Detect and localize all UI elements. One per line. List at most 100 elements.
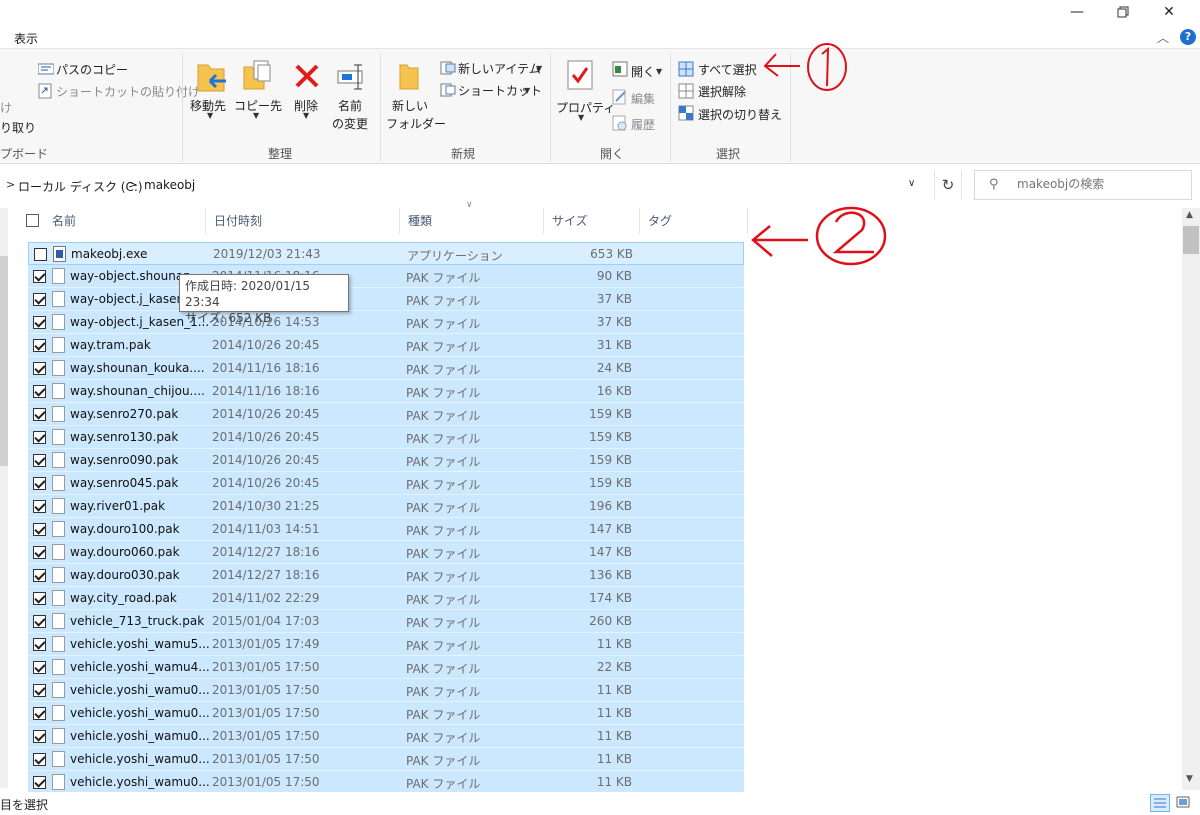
column-type[interactable]: 種類 (400, 208, 544, 234)
chevron-down-icon: ▼ (253, 111, 260, 120)
invert-selection-button[interactable]: 選択の切り替え (698, 106, 782, 123)
cut-button[interactable]: り取り (0, 119, 36, 136)
row-checkbox[interactable] (33, 753, 46, 766)
file-row[interactable]: vehicle.yoshi_wamu5... 2013/01/05 17:49 PA… (28, 633, 744, 656)
row-checkbox[interactable] (33, 339, 46, 352)
breadcrumb-item[interactable]: ローカル ディスク (C:) (18, 178, 143, 195)
file-row[interactable]: way.douro030.pak 2014/12/27 18:16 PAK ファイル… (28, 564, 744, 587)
row-checkbox[interactable] (33, 707, 46, 720)
file-row[interactable]: vehicle_713_truck.pak 2015/01/04 17:03 PAK… (28, 610, 744, 633)
scroll-up-icon[interactable]: ▲ (1186, 210, 1193, 220)
file-type: PAK ファイル (406, 685, 481, 699)
breadcrumb-item[interactable]: makeobj (144, 178, 195, 192)
column-size[interactable]: サイズ (544, 208, 640, 234)
chevron-down-icon[interactable]: ∨ (908, 178, 915, 189)
file-row[interactable]: makeobj.exe 2019/12/03 21:43 アプリケーション 653 K… (28, 242, 744, 265)
file-row[interactable]: way.douro060.pak 2014/12/27 18:16 PAK ファイル… (28, 541, 744, 564)
row-checkbox[interactable] (33, 776, 46, 789)
row-checkbox[interactable] (33, 362, 46, 375)
row-checkbox[interactable] (33, 592, 46, 605)
select-none-button[interactable]: 選択解除 (698, 83, 746, 100)
row-checkbox[interactable] (33, 293, 46, 306)
properties-button[interactable]: プロパティ (556, 99, 615, 116)
row-checkbox[interactable] (33, 385, 46, 398)
file-row[interactable]: vehicle.yoshi_wamu4... 2013/01/05 17:50 PA… (28, 656, 744, 679)
row-checkbox[interactable] (33, 546, 46, 559)
details-view-button[interactable] (1150, 794, 1170, 812)
address-bar[interactable]: > ローカル ディスク (C:) > makeobj ∨ (0, 170, 932, 200)
help-icon[interactable]: ? (1180, 29, 1196, 45)
file-row[interactable]: way.douro100.pak 2014/11/03 14:51 PAK ファイル… (28, 518, 744, 541)
row-checkbox[interactable] (34, 248, 47, 261)
row-checkbox[interactable] (33, 730, 46, 743)
new-group-label: 新規 (451, 147, 476, 161)
file-row[interactable]: way.river01.pak 2014/10/30 21:25 PAK ファイル 1… (28, 495, 744, 518)
file-row[interactable]: vehicle.yoshi_wamu0... 2013/01/05 17:50 PA… (28, 725, 744, 748)
select-all-button[interactable]: すべて選択 (698, 61, 757, 78)
row-checkbox[interactable] (33, 684, 46, 697)
scroll-down-icon[interactable]: ▼ (1186, 774, 1193, 784)
row-checkbox[interactable] (33, 477, 46, 490)
row-checkbox[interactable] (33, 615, 46, 628)
row-checkbox[interactable] (33, 661, 46, 674)
column-date[interactable]: 日付時刻 (206, 208, 400, 234)
row-checkbox[interactable] (33, 408, 46, 421)
file-name: way.senro090.pak (70, 453, 179, 467)
file-row[interactable]: way.senro130.pak 2014/10/26 20:45 PAK ファイル… (28, 426, 744, 449)
file-row[interactable]: way.senro090.pak 2014/10/26 20:45 PAK ファイル… (28, 449, 744, 472)
vertical-scrollbar[interactable]: ▲ ▼ (1182, 208, 1200, 790)
file-size: 174 KB (589, 591, 632, 605)
edit-button[interactable]: 編集 (631, 90, 655, 107)
search-input[interactable] (1017, 177, 1187, 191)
row-checkbox[interactable] (33, 270, 46, 283)
large-icons-view-button[interactable] (1174, 794, 1194, 812)
rename-button-line2: の変更 (332, 117, 369, 131)
open-button[interactable]: 開く (631, 63, 655, 80)
close-window-button[interactable]: ✕ (1146, 0, 1192, 24)
file-row[interactable]: way-object.shounan2014/11/16 18:16PAK ファ… (28, 265, 744, 288)
select-all-checkbox[interactable] (26, 214, 39, 227)
copy-path-button[interactable]: パスのコピー (56, 61, 128, 78)
file-row[interactable]: way.city_road.pak 2014/11/02 22:29 PAK ファイ… (28, 587, 744, 610)
file-row[interactable]: way.shounan_chijou.... 2014/11/16 18:16 PA… (28, 380, 744, 403)
search-box[interactable]: ⚲ (974, 170, 1192, 200)
restore-button[interactable] (1100, 0, 1146, 24)
file-row[interactable]: way-object.j_kasen_2014/10/26 14:53PAK フ… (28, 288, 744, 311)
history-button[interactable]: 履歴 (631, 116, 655, 133)
chevron-right-icon[interactable]: > (128, 178, 137, 191)
column-tags[interactable]: タグ (640, 208, 748, 234)
file-size: 653 KB (590, 247, 633, 261)
chevron-right-icon[interactable]: > (6, 178, 15, 191)
ribbon-collapse-icon[interactable]: ︿ (1157, 29, 1169, 46)
refresh-button[interactable]: ↻ (934, 170, 962, 200)
row-checkbox[interactable] (33, 500, 46, 513)
row-checkbox[interactable] (33, 638, 46, 651)
row-checkbox[interactable] (33, 523, 46, 536)
column-name[interactable]: 名前 (44, 208, 206, 234)
file-row[interactable]: vehicle.yoshi_wamu0... 2013/01/05 17:50 PA… (28, 771, 744, 794)
new-folder-button[interactable]: 新しい (392, 97, 428, 114)
file-row[interactable]: way.shounan_kouka.... 2014/11/16 18:16 PAK… (28, 357, 744, 380)
file-row[interactable]: vehicle.yoshi_wamu0... 2013/01/05 17:50 PA… (28, 748, 744, 771)
file-row[interactable]: way.senro270.pak 2014/10/26 20:45 PAK ファイル… (28, 403, 744, 426)
row-checkbox[interactable] (33, 569, 46, 582)
file-row[interactable]: way.senro045.pak 2014/10/26 20:45 PAK ファイル… (28, 472, 744, 495)
file-row[interactable]: way.tram.pak 2014/10/26 20:45 PAK ファイル 31 K… (28, 334, 744, 357)
file-row[interactable]: vehicle.yoshi_wamu0... 2013/01/05 17:50 PA… (28, 679, 744, 702)
row-checkbox[interactable] (33, 431, 46, 444)
paste-shortcut-button[interactable]: ショートカットの貼り付け (56, 83, 200, 100)
tab-view[interactable]: 表示 (14, 30, 38, 47)
file-size: 159 KB (589, 453, 632, 467)
row-checkbox[interactable] (33, 454, 46, 467)
left-pane-scroll-thumb[interactable] (0, 256, 8, 466)
new-item-button[interactable]: 新しいアイテム (458, 60, 541, 77)
scroll-thumb[interactable] (1183, 226, 1199, 254)
minimize-button[interactable]: — (1054, 0, 1100, 24)
file-name: way.shounan_kouka.... (70, 361, 205, 375)
rename-button[interactable]: 名前 (338, 97, 362, 114)
file-type: PAK ファイル (406, 662, 481, 676)
row-checkbox[interactable] (33, 316, 46, 329)
file-row[interactable]: way-object.j_kasen_1... 2014/10/26 14:53 P… (28, 311, 744, 334)
file-row[interactable]: vehicle.yoshi_wamu0... 2013/01/05 17:50 PA… (28, 702, 744, 725)
file-type: PAK ファイル (406, 639, 481, 653)
